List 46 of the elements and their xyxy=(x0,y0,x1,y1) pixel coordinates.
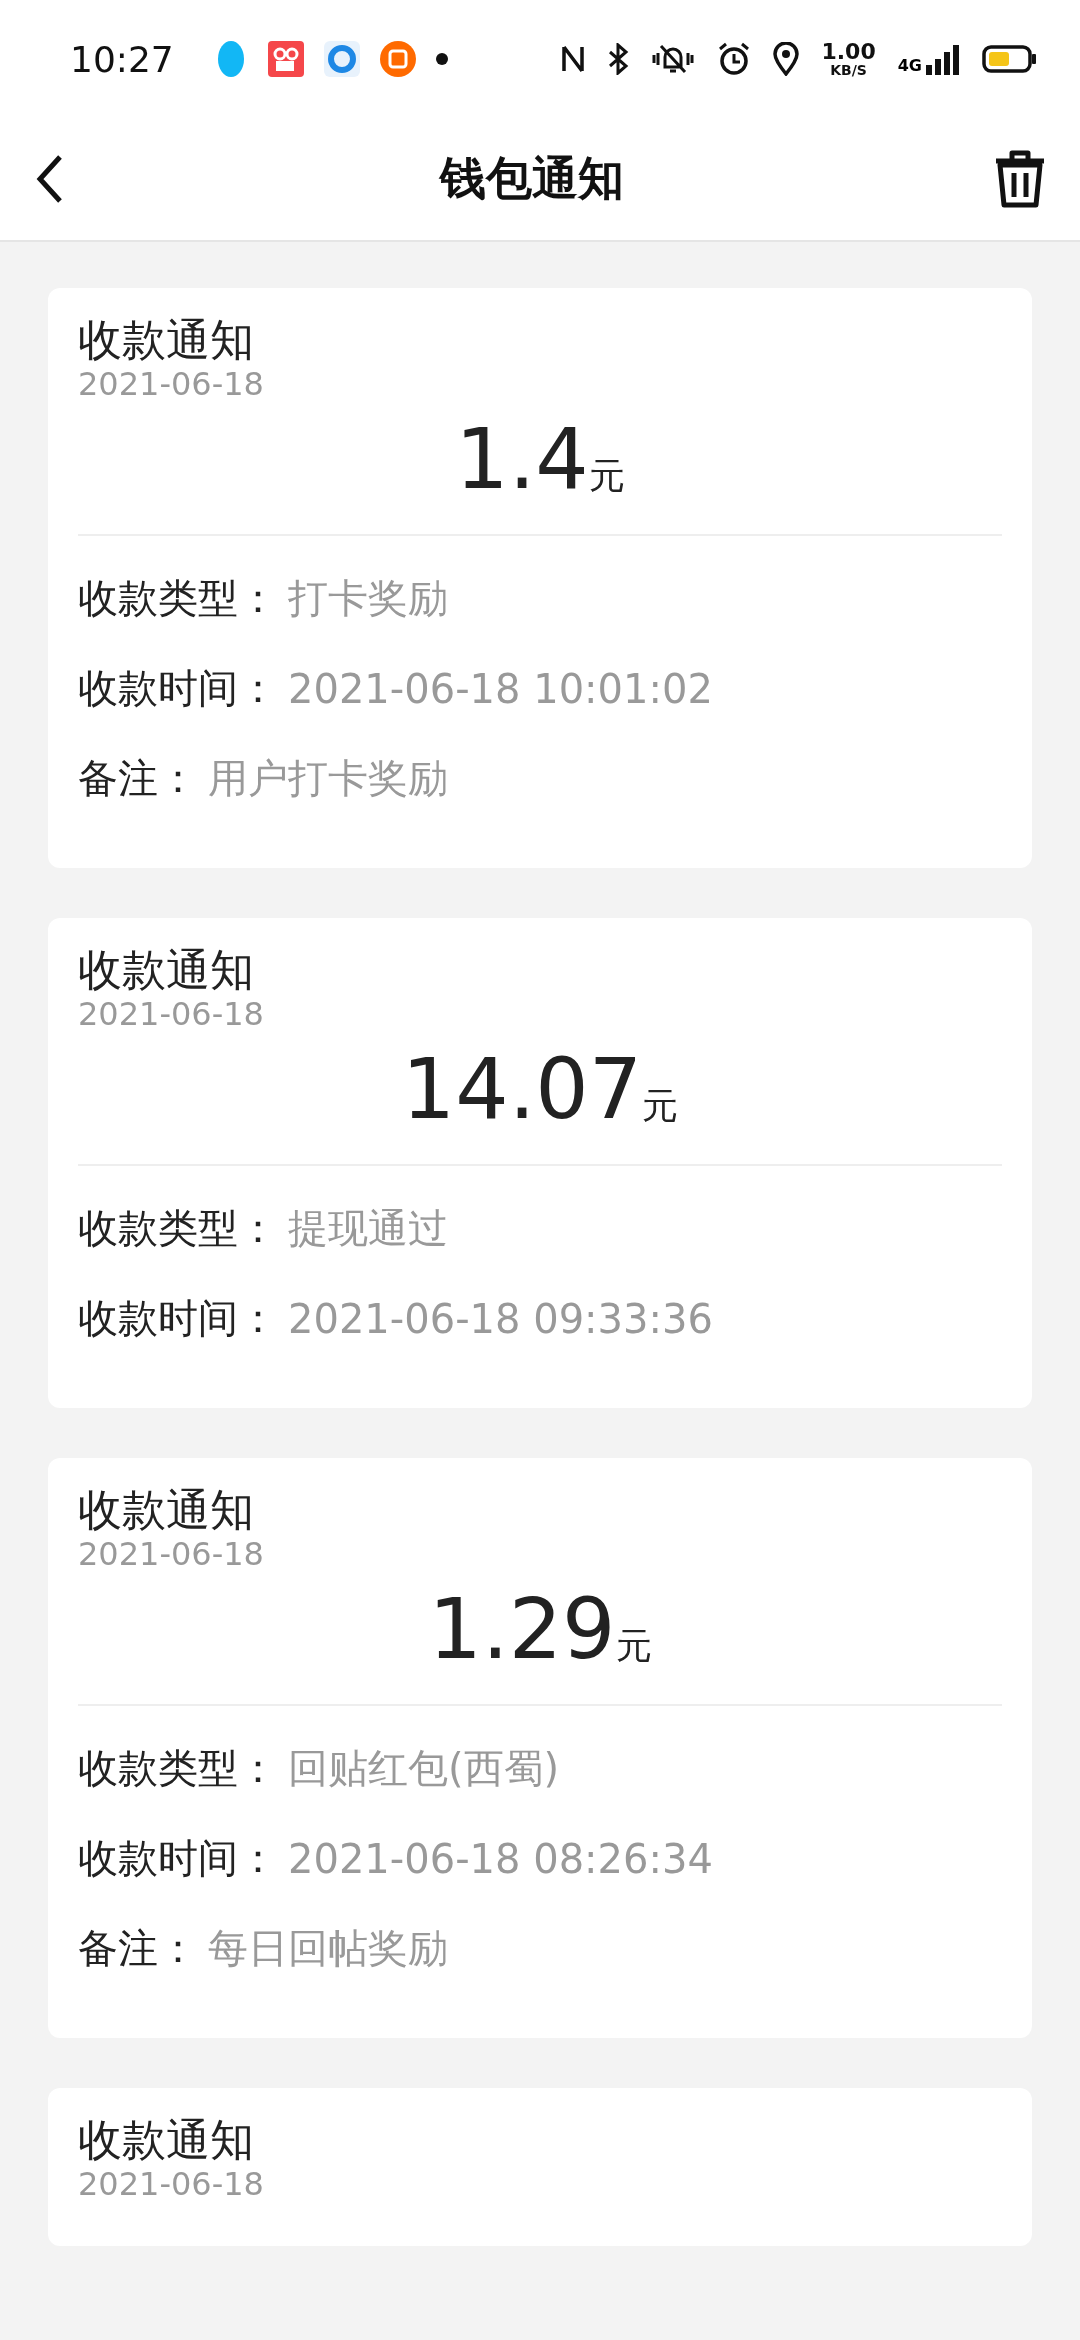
field-label: 收款类型： xyxy=(78,574,278,624)
bluetooth-icon xyxy=(607,43,630,75)
currency-unit: 元 xyxy=(615,1624,652,1666)
notice-title: 收款通知 xyxy=(78,314,255,367)
field-value: 打卡奖励 xyxy=(288,574,448,624)
video-app-icon xyxy=(267,41,304,77)
field-value: 用户打卡奖励 xyxy=(208,754,448,804)
shopping-app-icon xyxy=(379,41,416,77)
location-icon xyxy=(773,42,800,76)
notice-title: 收款通知 xyxy=(78,2113,255,2167)
field-label: 备注： xyxy=(78,1924,198,1974)
signal-icon xyxy=(926,43,960,75)
speed-unit: KB/S xyxy=(830,63,867,77)
nfc-icon xyxy=(561,43,586,75)
field-label: 收款类型： xyxy=(78,1204,278,1254)
field-value: 提现通过 xyxy=(288,1204,448,1254)
notice-date: 2021-06-18 xyxy=(78,2166,265,2202)
notice-date: 2021-06-18 xyxy=(78,366,265,402)
amount-value: 1.4 xyxy=(455,410,589,508)
field-label: 收款时间： xyxy=(78,664,278,714)
currency-unit: 元 xyxy=(642,1084,679,1126)
amount-value: 14.07 xyxy=(401,1039,643,1138)
network-speed: 1.00 xyxy=(821,41,876,63)
notice-title: 收款通知 xyxy=(78,1483,255,1537)
currency-unit: 元 xyxy=(588,455,625,496)
notice-title: 收款通知 xyxy=(78,944,255,997)
field-value: 2021-06-18 08:26:34 xyxy=(288,1835,713,1882)
field-value: 2021-06-18 09:33:36 xyxy=(288,1295,713,1342)
status-time: 10:27 xyxy=(70,38,174,80)
field-label: 收款类型： xyxy=(78,1744,278,1794)
muted-bell-icon xyxy=(651,43,696,75)
battery-icon xyxy=(982,45,1036,73)
field-label: 收款时间： xyxy=(78,1294,278,1344)
browser-icon xyxy=(323,41,360,77)
amount-value: 1.29 xyxy=(428,1579,616,1678)
field-value: 每日回帖奖励 xyxy=(208,1924,448,1974)
notice-date: 2021-06-18 xyxy=(78,1536,265,1572)
network-type: 4G xyxy=(897,56,922,75)
field-label: 收款时间： xyxy=(78,1834,278,1884)
notification-dot-icon xyxy=(435,53,448,65)
alarm-icon xyxy=(717,42,752,76)
field-value: 回贴红包(西蜀) xyxy=(288,1744,560,1794)
page-title: 钱包通知 xyxy=(440,150,624,207)
notice-date: 2021-06-18 xyxy=(78,996,265,1032)
field-label: 备注： xyxy=(78,754,198,804)
field-value: 2021-06-18 10:01:02 xyxy=(288,666,713,712)
